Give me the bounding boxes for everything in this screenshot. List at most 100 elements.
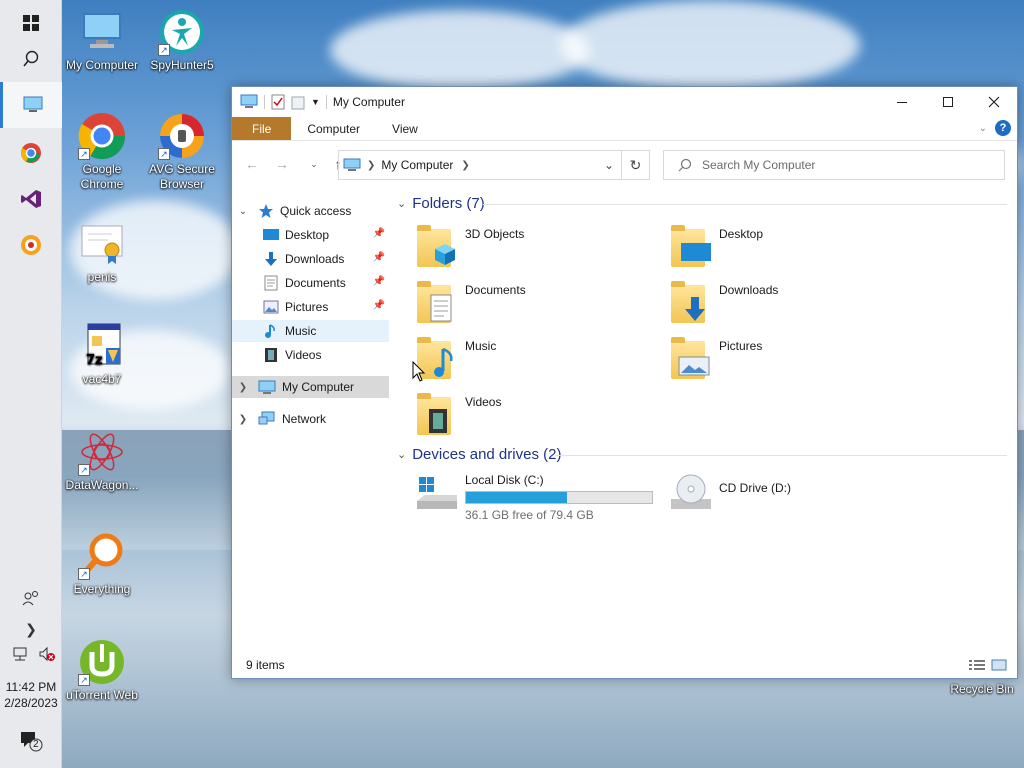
desktop-icon-datawagon[interactable]: ↗ DataWagon...	[62, 428, 142, 493]
nav-item-documents[interactable]: Documents 📌	[232, 272, 389, 294]
search-box[interactable]: Search My Computer	[663, 150, 1005, 180]
desktop-icon-label: vac4b7	[82, 372, 122, 386]
nav-item-desktop[interactable]: Desktop 📌	[232, 224, 389, 246]
window-title: My Computer	[332, 95, 405, 109]
desktop-icon-chrome[interactable]: ↗ Google Chrome	[62, 112, 142, 192]
chevron-right-icon[interactable]: ❯	[236, 414, 250, 425]
show-hidden-icons-button[interactable]: ❯	[0, 607, 62, 651]
minimize-button[interactable]	[879, 87, 925, 117]
computer-icon	[343, 158, 361, 171]
nav-quick-access[interactable]: ⌄ Quick access	[232, 200, 389, 222]
properties-icon[interactable]	[271, 94, 285, 110]
chevron-down-icon[interactable]: ⌄	[236, 206, 250, 217]
folder-documents[interactable]: Documents	[413, 279, 653, 331]
desktop-icon-label: Everything	[73, 582, 131, 596]
pin-icon[interactable]: 📌	[373, 300, 385, 311]
maximize-button[interactable]	[925, 87, 971, 117]
taskbar-explorer-button[interactable]	[0, 82, 62, 128]
nav-my-computer[interactable]: ❯ My Computer	[232, 376, 389, 398]
back-button[interactable]: ←	[240, 156, 264, 172]
close-button[interactable]	[971, 87, 1017, 117]
pin-icon[interactable]: 📌	[373, 252, 385, 263]
navigation-bar: ← → ⌄ ↑ ❯ My Computer ❯ ⌄ ↻ Search My Co…	[232, 141, 1017, 187]
new-folder-icon[interactable]	[291, 94, 305, 110]
item-count: 9 items	[246, 658, 285, 672]
expand-ribbon-icon[interactable]: ⌄	[979, 123, 987, 134]
cd-drive-icon	[671, 474, 711, 509]
desktop-icon-vac4b7[interactable]: 7z vac4b7	[62, 322, 142, 387]
chevron-down-icon: ⌄	[310, 158, 318, 169]
title-bar[interactable]: ▼ My Computer	[232, 87, 1017, 117]
action-center-button[interactable]: 2	[0, 718, 62, 764]
tab-view[interactable]: View	[376, 117, 434, 140]
drive-usage-bar	[465, 491, 653, 504]
desktop-icon-label: Google Chrome	[80, 162, 124, 191]
folder-label: Desktop	[719, 227, 764, 241]
large-icons-view-icon[interactable]	[991, 659, 1007, 671]
desktop-icon-everything[interactable]: ↗ Everything	[62, 532, 142, 597]
nav-network[interactable]: ❯ Network	[232, 408, 389, 430]
avg-browser-icon	[21, 235, 41, 255]
taskbar-avg-browser-button[interactable]	[0, 222, 62, 268]
details-view-icon[interactable]	[969, 659, 985, 671]
recent-locations-button[interactable]: ⌄	[308, 159, 320, 170]
computer-icon	[258, 379, 276, 395]
nav-item-music[interactable]: Music	[232, 320, 389, 342]
computer-icon	[23, 96, 42, 112]
folder-downloads[interactable]: Downloads	[667, 279, 907, 331]
nav-item-downloads[interactable]: Downloads 📌	[232, 248, 389, 270]
address-dropdown-button[interactable]: ⌄	[599, 151, 619, 179]
shortcut-arrow-icon: ↗	[158, 44, 170, 56]
svg-text:7z: 7z	[86, 353, 103, 368]
shortcut-arrow-icon: ↗	[78, 148, 90, 160]
search-button[interactable]	[0, 36, 62, 82]
installer-icon: 7z	[78, 322, 126, 370]
desktop-icon-my-computer[interactable]: My Computer	[62, 8, 142, 73]
avg-browser-icon: ↗	[158, 112, 206, 160]
refresh-button[interactable]: ↻	[621, 151, 649, 179]
visual-studio-icon	[21, 190, 41, 208]
tab-computer[interactable]: Computer	[291, 117, 376, 140]
folder-pictures[interactable]: Pictures	[667, 335, 907, 387]
clock-time[interactable]: 11:42 PM	[0, 679, 62, 695]
drive-free-space: 36.1 GB free of 79.4 GB	[465, 508, 594, 522]
nav-label: My Computer	[282, 380, 355, 394]
certificate-file-icon	[78, 220, 126, 268]
desktop-icon-label: uTorrent Web	[66, 688, 138, 702]
pin-icon[interactable]: 📌	[373, 276, 385, 287]
folder-music[interactable]: Music	[413, 335, 653, 387]
desktop-icon-label: My Computer	[65, 58, 139, 72]
desktop-icon-spyhunter[interactable]: ↗ SpyHunter5	[142, 8, 222, 73]
customize-quick-access-icon[interactable]: ▼	[311, 97, 320, 107]
desktop-icon-avg-browser[interactable]: ↗ AVG Secure Browser	[142, 112, 222, 192]
taskbar: ❯ 11:42 PM 2/28/2023 2	[0, 0, 62, 768]
notification-icon	[21, 732, 43, 752]
forward-button[interactable]: →	[270, 156, 294, 172]
breadcrumb-my-computer[interactable]: My Computer	[381, 158, 453, 172]
drive-d[interactable]: CD Drive (D:)	[667, 471, 967, 523]
pin-icon[interactable]: 📌	[373, 228, 385, 239]
network-icon[interactable]	[12, 646, 30, 662]
volume-muted-icon[interactable]	[38, 646, 56, 662]
desktop-icon-label: AVG Secure Browser	[149, 162, 215, 191]
taskbar-visual-studio-button[interactable]	[0, 176, 62, 222]
star-icon	[258, 203, 274, 219]
chevron-right-icon[interactable]: ❯	[236, 382, 250, 393]
taskbar-chrome-button[interactable]	[0, 130, 62, 176]
help-icon[interactable]: ?	[995, 120, 1011, 136]
address-bar[interactable]: ❯ My Computer ❯ ⌄ ↻	[338, 150, 650, 180]
nav-item-pictures[interactable]: Pictures 📌	[232, 296, 389, 318]
tab-file[interactable]: File	[232, 117, 292, 140]
folders-group-header[interactable]: ⌄ Folders (7)	[397, 195, 485, 212]
desktop-icon-penis[interactable]: penis	[62, 220, 142, 285]
desktop-icon-utorrent[interactable]: ↗ uTorrent Web	[62, 638, 142, 703]
folder-desktop[interactable]: Desktop	[667, 223, 907, 275]
folder-3d-objects[interactable]: 3D Objects	[413, 223, 653, 275]
nav-item-videos[interactable]: Videos	[232, 344, 389, 366]
drives-group-header[interactable]: ⌄ Devices and drives (2)	[397, 446, 561, 463]
folder-label: Downloads	[719, 283, 779, 297]
clock-date[interactable]: 2/28/2023	[0, 695, 62, 711]
utorrent-icon: ↗	[78, 638, 126, 686]
folder-videos[interactable]: Videos	[413, 391, 653, 443]
drive-label: CD Drive (D:)	[719, 481, 791, 495]
